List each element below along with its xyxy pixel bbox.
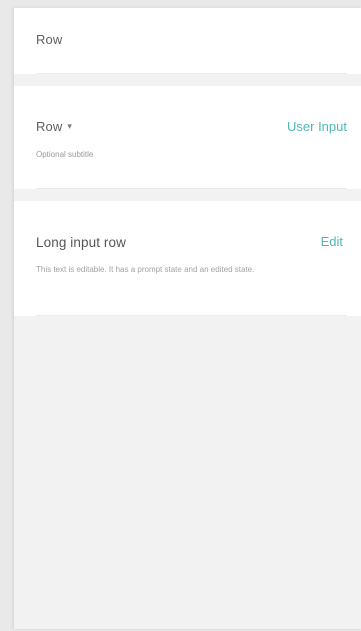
row-title-text: Row [36,119,63,134]
long-input-row-title: Long input row [36,235,126,250]
row-section-2[interactable]: Row ▾ Optional subtitle User Input [14,86,361,189]
row-section-3[interactable]: Long input row This text is editable. It… [14,201,361,316]
row-divider [36,315,347,316]
chevron-down-icon[interactable]: ▾ [67,121,72,132]
row-title: Row ▾ [36,119,72,134]
edit-link[interactable]: Edit [321,234,343,249]
long-input-row-description[interactable]: This text is editable. It has a prompt s… [36,264,266,275]
row-divider [36,73,347,74]
user-input-link[interactable]: User Input [287,119,347,134]
row-subtitle: Optional subtitle [36,150,94,159]
row-divider [36,188,347,189]
settings-panel: Row Row ▾ Optional subtitle User Input Lo… [14,8,361,629]
row-section-1[interactable]: Row [14,8,361,74]
row-title: Row [36,32,63,47]
